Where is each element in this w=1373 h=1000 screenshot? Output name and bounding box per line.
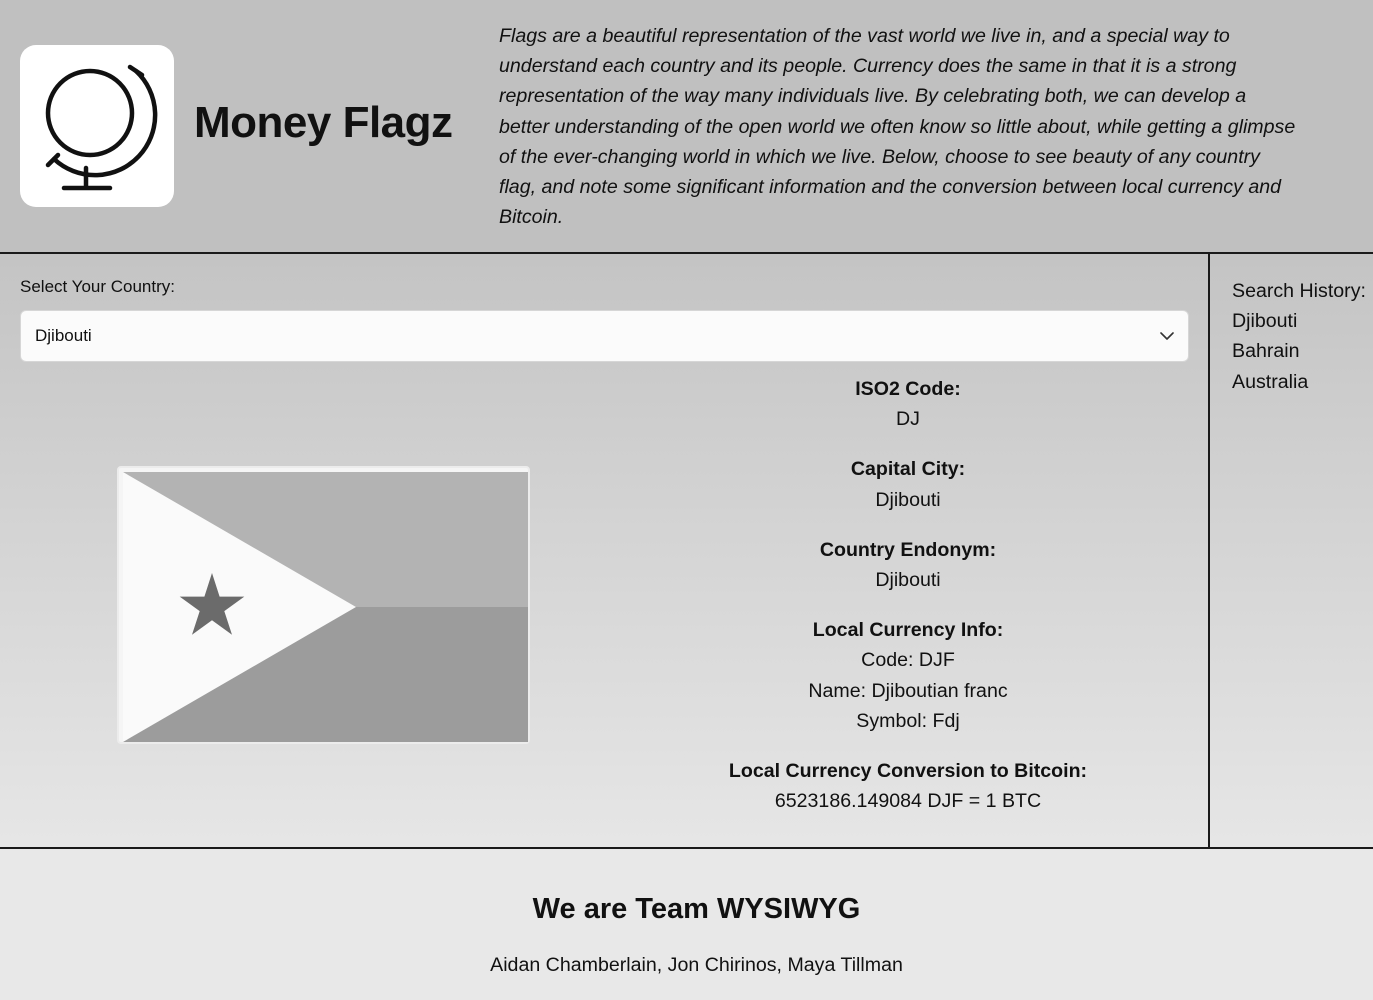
endonym-label: Country Endonym:: [819, 538, 997, 561]
team-members: Aidan Chamberlain, Jon Chirinos, Maya Ti…: [490, 954, 903, 976]
search-history-item[interactable]: Bahrain: [1232, 336, 1373, 366]
globe-icon: [45, 64, 158, 191]
chevron-down-icon: [1160, 331, 1174, 340]
currency-symbol: Symbol: Fdj: [856, 709, 960, 732]
intro-paragraph: Flags are a beautiful representation of …: [499, 25, 1296, 229]
conversion-label: Local Currency Conversion to Bitcoin:: [728, 760, 1088, 783]
conversion-value: 6523186.149084 DJF = 1 BTC: [774, 790, 1042, 813]
search-history: Search History: Djibouti Bahrain Austral…: [1232, 276, 1373, 397]
search-history-item[interactable]: Djibouti: [1232, 306, 1373, 336]
country-panel: Select Your Country: Djibouti ISO2 Code:…: [0, 254, 1210, 847]
logo: [20, 45, 174, 207]
iso-code-block: ISO2 Code: DJ: [668, 374, 1148, 434]
flag-image: [117, 466, 530, 744]
currency-block: Local Currency Info: Code: DJF Name: Dji…: [668, 615, 1148, 736]
endonym-block: Country Endonym: Djibouti: [668, 535, 1148, 595]
country-select-value: Djibouti: [35, 326, 92, 345]
endonym-value: Djibouti: [875, 569, 941, 592]
currency-code: Code: DJF: [861, 649, 955, 672]
conversion-block: Local Currency Conversion to Bitcoin: 65…: [668, 756, 1148, 816]
capital-label: Capital City:: [850, 458, 966, 481]
capital-value: Djibouti: [875, 488, 941, 511]
currency-name: Name: Djiboutian franc: [808, 679, 1008, 702]
country-select[interactable]: Djibouti: [20, 310, 1189, 362]
page-footer: We are Team WYSIWYG Aidan Chamberlain, J…: [0, 847, 1373, 1000]
select-country-label: Select Your Country:: [20, 277, 175, 296]
currency-label: Local Currency Info:: [812, 619, 1004, 642]
page-header: Money Flagz Flags are a beautiful repres…: [0, 0, 1373, 254]
team-title: We are Team WYSIWYG: [532, 893, 861, 925]
iso-code-value: DJ: [896, 408, 920, 431]
search-history-label: Search History:: [1232, 280, 1366, 302]
main-content: Select Your Country: Djibouti ISO2 Code:…: [0, 254, 1373, 847]
iso-code-label: ISO2 Code:: [855, 378, 961, 400]
site-title: Money Flagz: [194, 98, 453, 147]
capital-block: Capital City: Djibouti: [668, 454, 1148, 514]
country-info: ISO2 Code: DJ Capital City: Djibouti Cou…: [668, 374, 1148, 836]
search-history-item[interactable]: Australia: [1232, 367, 1373, 397]
